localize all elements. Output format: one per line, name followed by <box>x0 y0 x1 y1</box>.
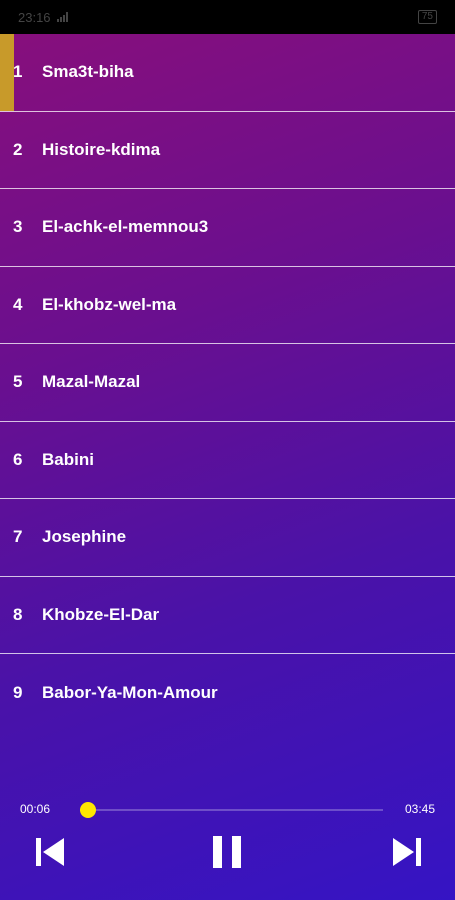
track-number: 5 <box>13 372 23 392</box>
track-number: 6 <box>13 449 23 469</box>
status-bar: 23:16 75 <box>0 0 455 34</box>
track-number: 7 <box>13 527 23 547</box>
track-number: 2 <box>13 139 23 159</box>
track-title: Khobze-El-Dar <box>42 604 160 624</box>
track-title: Histoire-kdima <box>42 139 161 159</box>
track-row-4[interactable]: 4 El-khobz-wel-ma <box>0 267 455 344</box>
track-row-5[interactable]: 5 Mazal-Mazal <box>0 344 455 422</box>
status-time: 23:16 <box>18 9 51 25</box>
track-row-1[interactable]: 1 Sma3t-biha <box>0 34 455 112</box>
track-title: Mazal-Mazal <box>42 372 141 392</box>
track-number: 1 <box>13 62 23 82</box>
signal-icon <box>56 12 68 22</box>
track-title: Babor-Ya-Mon-Amour <box>42 682 218 702</box>
pause-icon <box>213 836 241 868</box>
track-row-3[interactable]: 3 El-achk-el-memnou3 <box>0 189 455 267</box>
track-title: El-achk-el-memnou3 <box>42 217 209 237</box>
track-number: 4 <box>13 294 23 314</box>
track-title: Josephine <box>42 527 127 547</box>
player-bar: 00:06 03:45 <box>0 790 455 900</box>
track-title: Sma3t-biha <box>42 62 134 82</box>
track-row-8[interactable]: 8 Khobze-El-Dar <box>0 577 455 654</box>
track-number: 3 <box>13 217 23 237</box>
skip-next-icon <box>393 838 421 866</box>
playback-controls <box>0 834 455 874</box>
track-title: El-khobz-wel-ma <box>42 294 177 314</box>
previous-button[interactable] <box>32 834 68 870</box>
track-row-2[interactable]: 2 Histoire-kdima <box>0 112 455 189</box>
battery-icon: 75 <box>417 10 437 24</box>
track-number: 9 <box>13 682 23 702</box>
track-row-7[interactable]: 7 Josephine <box>0 499 455 577</box>
pause-button[interactable] <box>209 834 245 870</box>
track-row-6[interactable]: 6 Babini <box>0 422 455 499</box>
current-time: 00:06 <box>20 802 51 816</box>
seek-bar[interactable] <box>80 802 383 818</box>
track-row-9[interactable]: 9 Babor-Ya-Mon-Amour <box>0 654 455 732</box>
track-title: Babini <box>42 449 94 469</box>
next-button[interactable] <box>389 834 425 870</box>
total-time: 03:45 <box>404 802 435 816</box>
track-list: 1 Sma3t-biha 2 Histoire-kdima 3 El-achk-… <box>0 34 455 732</box>
track-number: 8 <box>13 604 23 624</box>
seek-thumb[interactable] <box>80 802 97 818</box>
skip-previous-icon <box>36 838 64 866</box>
